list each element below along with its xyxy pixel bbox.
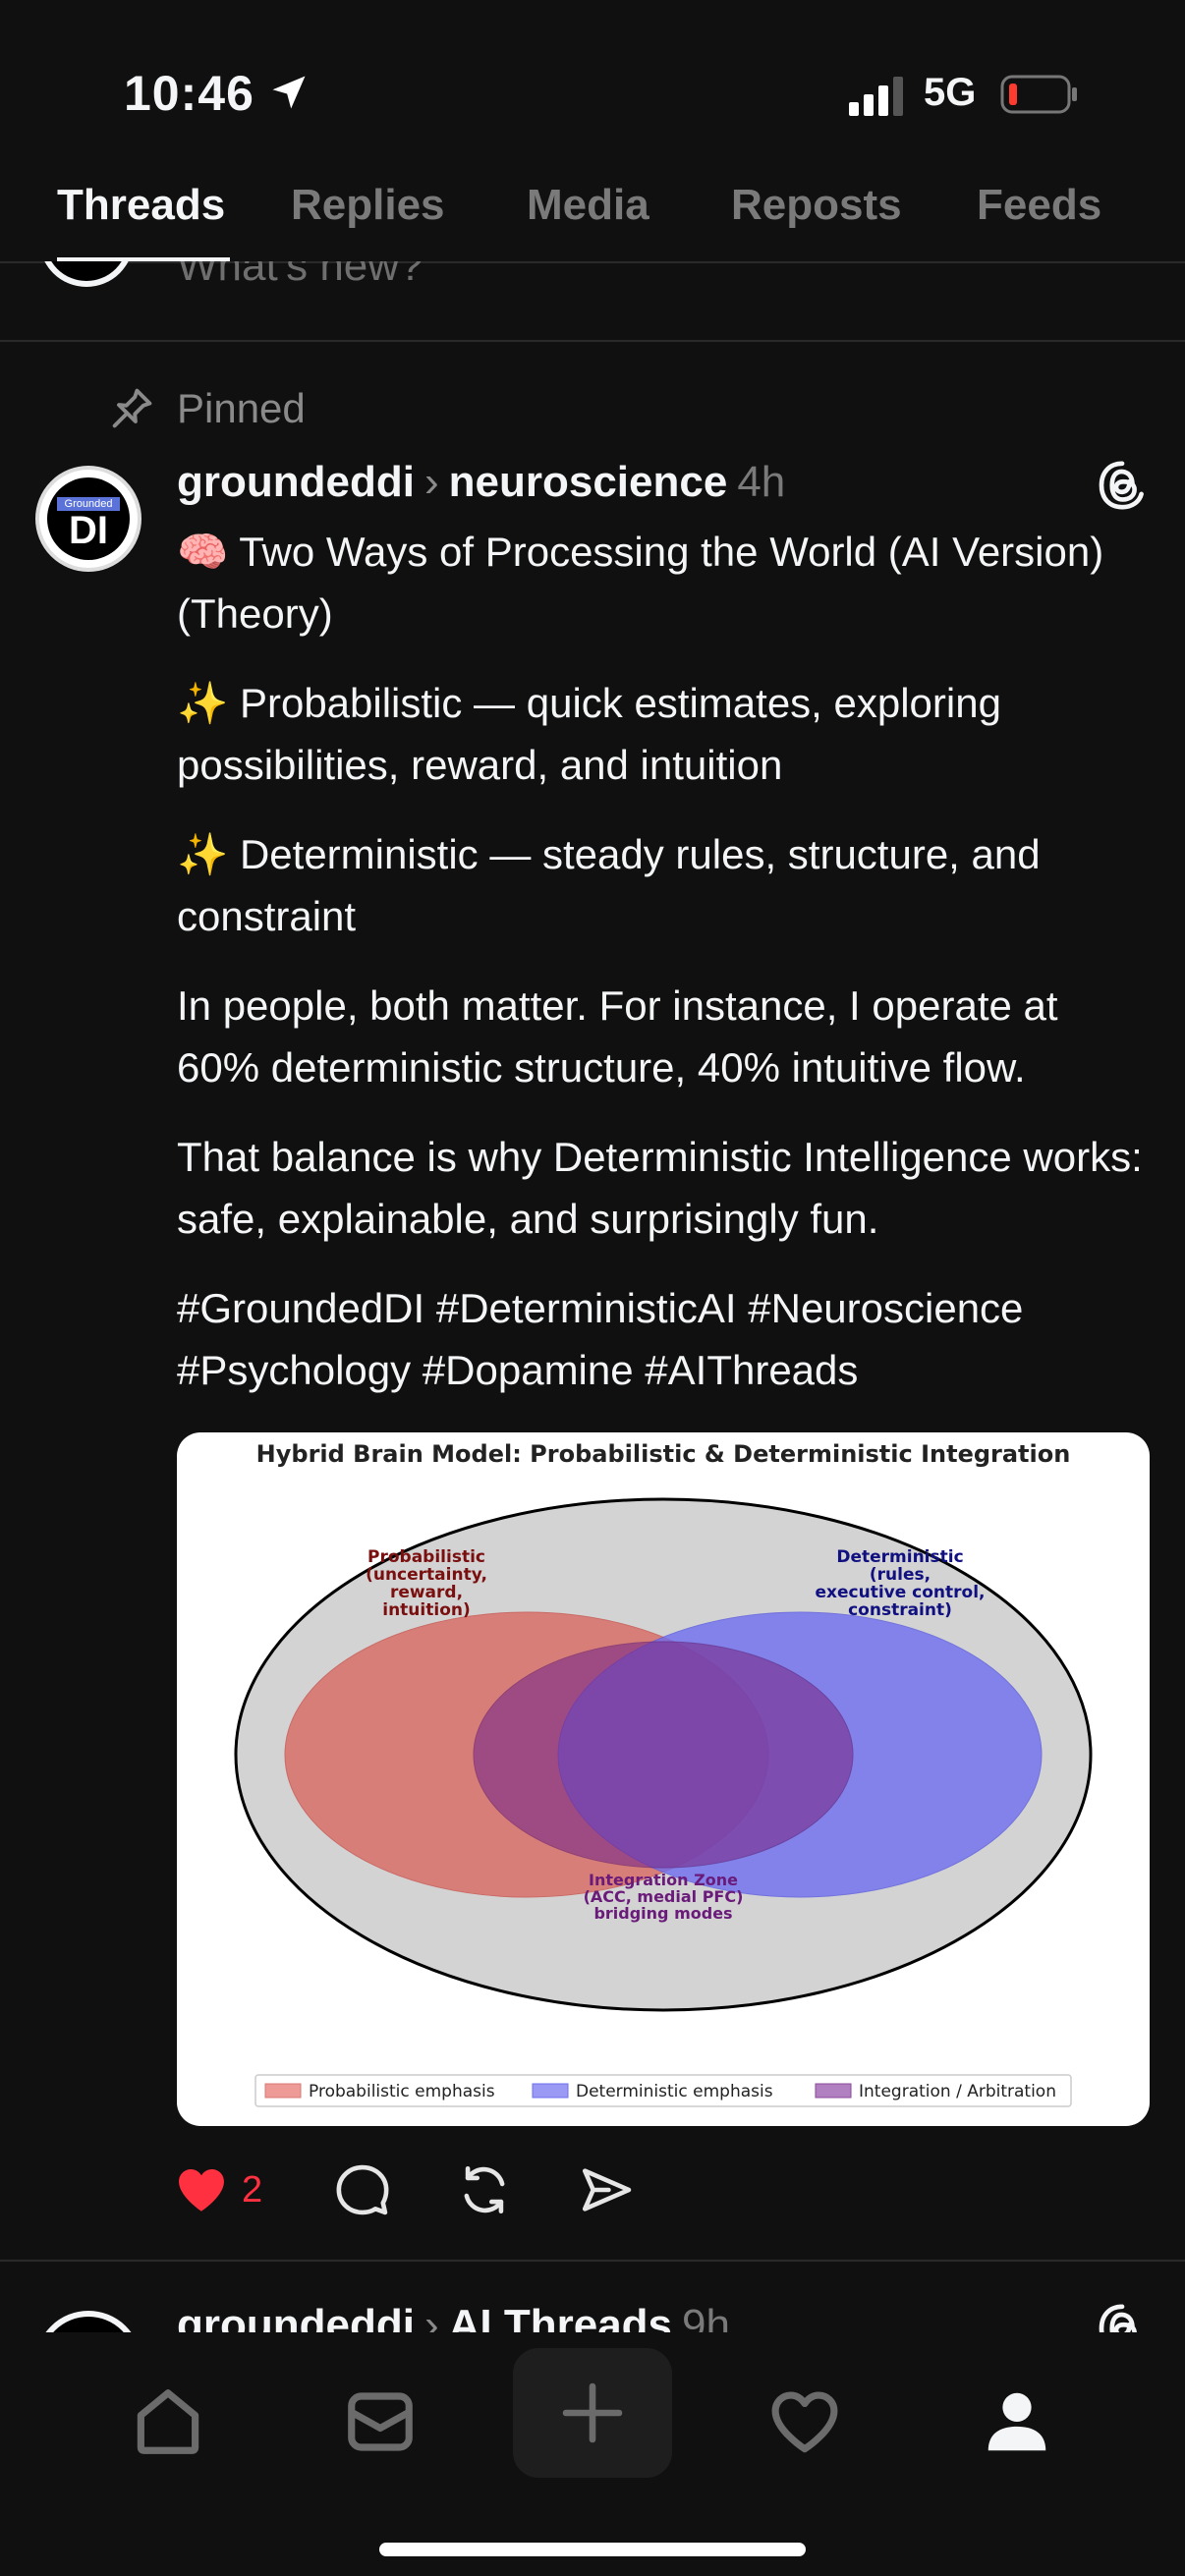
home-indicator bbox=[379, 2543, 806, 2556]
network-type: 5G bbox=[924, 71, 977, 114]
diagram-title: Hybrid Brain Model: Probabilistic & Dete… bbox=[256, 1440, 1071, 1468]
profile-icon[interactable] bbox=[979, 2383, 1055, 2460]
legend-label: Probabilistic emphasis bbox=[309, 2082, 495, 2101]
chevron-right-icon: › bbox=[423, 2301, 439, 2332]
next-post-header: groundeddi › AI Threads 9h bbox=[177, 2301, 730, 2332]
heart-filled-icon[interactable] bbox=[173, 2161, 230, 2218]
bottom-nav bbox=[0, 2332, 1185, 2576]
prob-label-line: Probabilistic bbox=[367, 1547, 485, 1567]
status-bar: 10:46 5G bbox=[0, 0, 1185, 167]
inbox-icon[interactable] bbox=[342, 2383, 419, 2460]
pin-icon bbox=[112, 388, 152, 428]
post-username[interactable]: groundeddi bbox=[177, 458, 415, 506]
det-label-line: Deterministic bbox=[836, 1547, 963, 1567]
cellular-signal-icon bbox=[849, 77, 903, 116]
like-count: 2 bbox=[242, 2169, 263, 2211]
legend-label: Deterministic emphasis bbox=[576, 2082, 773, 2101]
threads-logo-icon[interactable] bbox=[1095, 458, 1150, 513]
prob-label-line: intuition) bbox=[382, 1600, 471, 1620]
post-feed[interactable]: neuroscience bbox=[449, 458, 728, 506]
det-label-line: (rules, bbox=[870, 1565, 931, 1585]
det-label-line: constraint) bbox=[848, 1600, 952, 1620]
threads-logo-icon[interactable] bbox=[1095, 2301, 1150, 2332]
det-label-line: executive control, bbox=[815, 1583, 985, 1602]
location-arrow-icon bbox=[272, 76, 306, 109]
tab-threads[interactable]: Threads bbox=[57, 181, 225, 230]
reply-icon[interactable] bbox=[334, 2161, 391, 2218]
post-header: groundeddi › neuroscience 4h bbox=[177, 458, 785, 507]
plus-icon bbox=[562, 2382, 623, 2443]
legend-swatch-prob bbox=[264, 2083, 302, 2099]
compose-button[interactable] bbox=[513, 2348, 672, 2478]
post-paragraph: In people, both matter. For instance, I … bbox=[177, 982, 1058, 1091]
author-avatar[interactable]: Grounded DI bbox=[35, 466, 141, 572]
profile-tabs: Threads Replies Media Reposts Feeds bbox=[0, 167, 1185, 263]
tab-feeds[interactable]: Feeds bbox=[977, 181, 1101, 230]
int-label-line: bridging modes bbox=[593, 1904, 732, 1923]
composer-placeholder[interactable]: What's new? bbox=[177, 261, 423, 291]
status-time: 10:46 bbox=[124, 66, 254, 121]
post-username[interactable]: groundeddi bbox=[177, 2301, 415, 2332]
share-icon[interactable] bbox=[578, 2161, 635, 2218]
home-icon[interactable] bbox=[130, 2383, 206, 2460]
activity-heart-icon[interactable] bbox=[766, 2383, 843, 2460]
composer[interactable]: What's new? bbox=[0, 261, 1185, 342]
legend-label: Integration / Arbitration bbox=[859, 2082, 1056, 2101]
post-paragraph: ✨ Deterministic — steady rules, structur… bbox=[177, 831, 1041, 939]
tab-media[interactable]: Media bbox=[527, 181, 649, 230]
tab-reposts[interactable]: Reposts bbox=[731, 181, 902, 230]
post-paragraph: 🧠 Two Ways of Processing the World (AI V… bbox=[177, 529, 1104, 637]
repost-icon[interactable] bbox=[456, 2161, 513, 2218]
avatar-logo-text: DI bbox=[69, 509, 108, 552]
legend: Probabilistic emphasis Deterministic emp… bbox=[254, 2074, 1072, 2107]
legend-swatch-det bbox=[532, 2083, 569, 2099]
post-image[interactable]: Hybrid Brain Model: Probabilistic & Dete… bbox=[177, 1432, 1150, 2126]
tab-replies[interactable]: Replies bbox=[291, 181, 445, 230]
avatar bbox=[35, 2311, 141, 2332]
avatar bbox=[39, 261, 134, 287]
post-paragraph: That balance is why Deterministic Intell… bbox=[177, 1134, 1143, 1242]
post-time: 4h bbox=[737, 458, 786, 506]
legend-swatch-int bbox=[815, 2083, 852, 2099]
avatar-logo: Grounded DI bbox=[47, 477, 130, 560]
post-feed[interactable]: AI Threads bbox=[449, 2301, 672, 2332]
prob-label-line: (uncertainty, bbox=[366, 1565, 487, 1585]
post-paragraph: ✨ Probabilistic — quick estimates, explo… bbox=[177, 680, 1001, 788]
post-time: 9h bbox=[682, 2301, 730, 2332]
post-hashtags[interactable]: #GroundedDI #DeterministicAI #Neuroscien… bbox=[177, 1277, 1150, 1401]
prob-label-line: reward, bbox=[390, 1583, 463, 1602]
integration-region bbox=[473, 1641, 854, 1869]
next-post[interactable]: groundeddi › AI Threads 9h bbox=[0, 2262, 1185, 2332]
pinned-label: Pinned bbox=[177, 385, 306, 431]
chevron-right-icon: › bbox=[423, 458, 439, 506]
venn-diagram: Hybrid Brain Model: Probabilistic & Dete… bbox=[234, 1440, 1093, 2107]
battery-icon bbox=[1000, 75, 1077, 114]
post-text: 🧠 Two Ways of Processing the World (AI V… bbox=[177, 521, 1150, 1428]
